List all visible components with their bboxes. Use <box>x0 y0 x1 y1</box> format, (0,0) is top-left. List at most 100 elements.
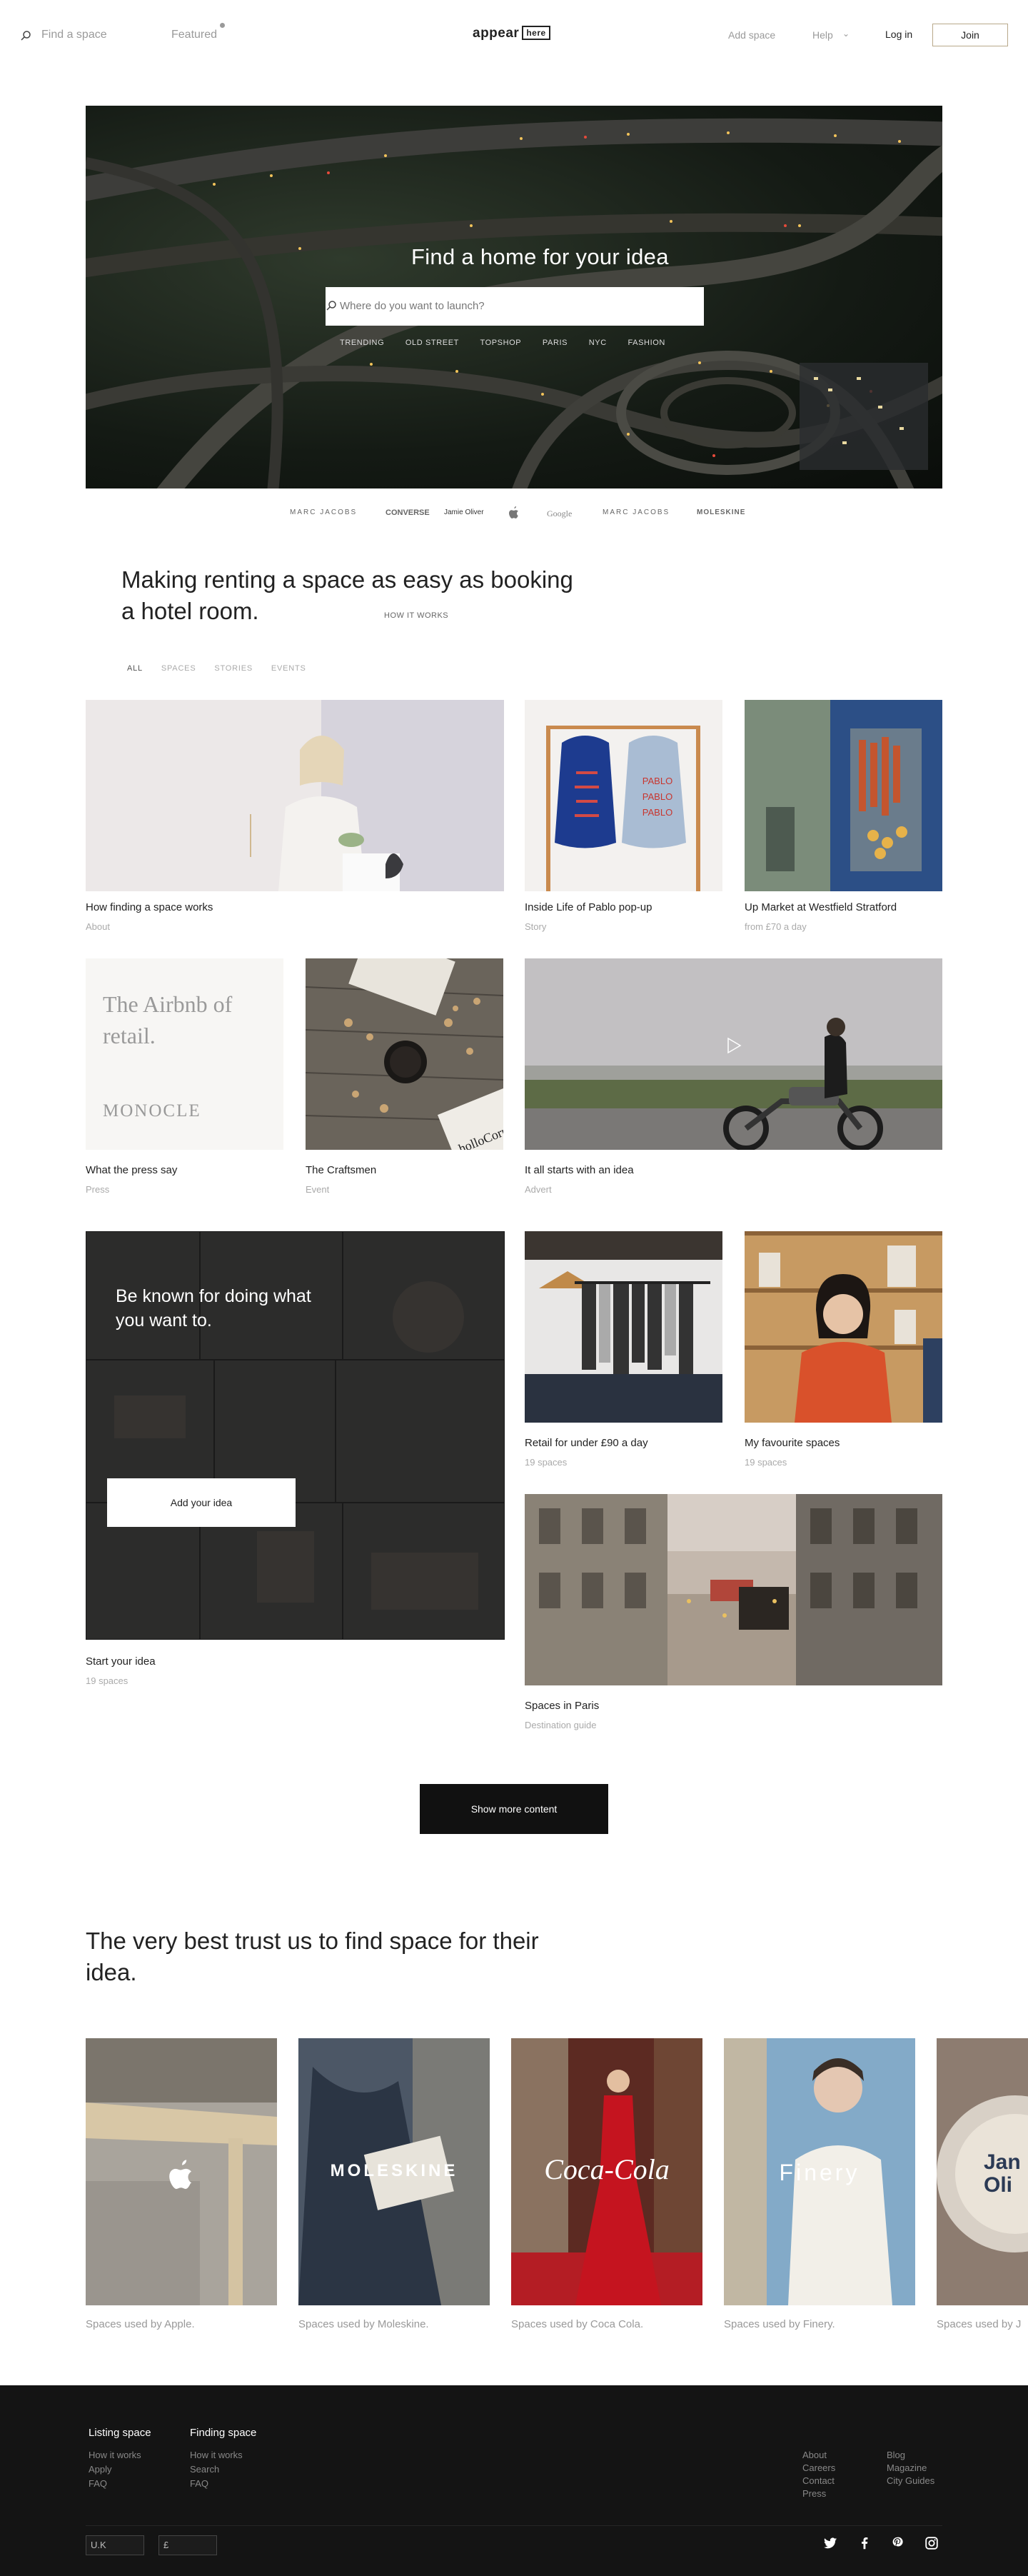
site-logo[interactable]: appear here <box>473 26 550 41</box>
card-title[interactable]: Inside Life of Pablo pop-up <box>525 901 652 913</box>
footer-link[interactable]: Blog <box>887 2450 905 2460</box>
card-subtitle: from £70 a day <box>745 921 807 932</box>
footer-divider <box>86 2525 942 2526</box>
search-icon[interactable] <box>20 30 31 41</box>
instagram-icon[interactable] <box>924 2535 939 2551</box>
tab-spaces[interactable]: SPACES <box>161 664 196 673</box>
card-video-motorbike[interactable] <box>525 958 942 1150</box>
footer-link[interactable]: Careers <box>802 2462 835 2473</box>
tag-trending[interactable]: TRENDING <box>340 339 384 347</box>
card-title[interactable]: The Craftsmen <box>306 1164 376 1176</box>
brand-logo: MARC JACOBS <box>290 508 358 516</box>
finery-logo: Finery <box>779 2160 860 2185</box>
twitter-icon[interactable] <box>822 2535 838 2551</box>
cta-start-idea-card: Be known for doing what you want to. Add… <box>86 1231 505 1640</box>
logo-badge: here <box>522 26 550 40</box>
trust-card-moleskine[interactable]: MOLESKINE <box>298 2038 490 2305</box>
facebook-icon[interactable] <box>857 2535 872 2551</box>
add-idea-button[interactable]: Add your idea <box>107 1478 296 1527</box>
tab-stories[interactable]: STORIES <box>214 664 253 673</box>
card-image-hoodies[interactable]: PABLO PABLO PABLO <box>525 700 722 891</box>
how-it-works-link[interactable]: HOW IT WORKS <box>384 611 448 620</box>
card-title[interactable]: Retail for under £90 a day <box>525 1437 648 1449</box>
press-quote: The Airbnb of retail. <box>103 991 233 1048</box>
tag-paris[interactable]: PARIS <box>543 339 568 347</box>
footer-link[interactable]: FAQ <box>190 2478 208 2489</box>
brand-logos-row: MARC JACOBS CONVERSE Jamie Oliver Google… <box>286 506 745 524</box>
card-subtitle: Advert <box>525 1184 552 1195</box>
footer-link[interactable]: FAQ <box>89 2478 107 2489</box>
footer-link[interactable]: Apply <box>89 2464 112 2475</box>
card-image-woman-portrait[interactable] <box>745 1231 942 1423</box>
footer-link[interactable]: Magazine <box>887 2462 927 2473</box>
footer-link[interactable]: Search <box>190 2464 219 2475</box>
card-image-clothing-rack[interactable] <box>525 1231 722 1423</box>
trust-caption: Spaces used by Moleskine. <box>298 2318 429 2330</box>
card-title[interactable]: My favourite spaces <box>745 1437 840 1449</box>
footer-link[interactable]: How it works <box>190 2450 243 2460</box>
hero-title: Find a home for your idea <box>411 244 669 269</box>
brand-logo: Google <box>547 508 573 518</box>
tag-old-street[interactable]: OLD STREET <box>405 339 459 347</box>
footer-link[interactable]: Contact <box>802 2475 835 2486</box>
featured-link[interactable]: Featured <box>171 29 217 41</box>
card-title[interactable]: Spaces in Paris <box>525 1700 599 1712</box>
card-subtitle: About <box>86 921 110 932</box>
join-button[interactable]: Join <box>932 24 1008 46</box>
trust-caption: Spaces used by J <box>937 2318 1022 2330</box>
trust-heading: The very best trust us to find space for… <box>86 1928 539 1985</box>
card-image-craftsmen[interactable]: holloCorner <box>306 958 503 1150</box>
footer-link[interactable]: About <box>802 2450 827 2460</box>
hero-search-input[interactable]: Where do you want to launch? <box>326 287 704 326</box>
brand-logo: CONVERSE <box>386 508 430 517</box>
trust-caption: Spaces used by Apple. <box>86 2318 195 2330</box>
tag-nyc[interactable]: NYC <box>589 339 607 347</box>
hero-banner: Find a home for your idea Where do you w… <box>86 106 942 488</box>
tab-all[interactable]: ALL <box>127 664 143 673</box>
trust-card-jamie-oliver[interactable]: Jan Oli <box>937 2038 1028 2305</box>
top-nav: Find a space Featured appear here Add spa… <box>0 0 1028 71</box>
hoodie-print-text: PABLO <box>642 776 672 786</box>
jamie-oliver-logo: Jan Oli <box>984 2150 1021 2197</box>
monocle-logo: MONOCLE <box>103 1101 201 1121</box>
card-title[interactable]: Up Market at Westfield Stratford <box>745 901 897 913</box>
play-icon[interactable] <box>723 1036 743 1056</box>
card-subtitle: Event <box>306 1184 330 1195</box>
tag-topshop[interactable]: TOPSHOP <box>480 339 521 347</box>
card-title[interactable]: What the press say <box>86 1164 177 1176</box>
country-select[interactable]: U.K <box>86 2535 144 2555</box>
trust-card-finery[interactable]: Finery <box>724 2038 915 2305</box>
trust-card-apple[interactable] <box>86 2038 277 2305</box>
chevron-down-icon[interactable]: ⌄ <box>842 29 850 39</box>
help-menu[interactable]: Help <box>812 29 833 41</box>
card-press-quote[interactable]: The Airbnb of retail. MONOCLE <box>86 958 283 1150</box>
cta-headline: Be known for doing what you want to. <box>116 1286 311 1330</box>
card-title[interactable]: It all starts with an idea <box>525 1164 634 1176</box>
show-more-button[interactable]: Show more content <box>420 1784 608 1834</box>
hoodie-print-text: PABLO <box>642 791 672 802</box>
card-title[interactable]: Start your idea <box>86 1655 156 1668</box>
card-subtitle: 19 spaces <box>745 1457 787 1468</box>
apple-icon <box>169 2160 192 2189</box>
search-icon[interactable] <box>326 300 337 311</box>
card-title[interactable]: How finding a space works <box>86 901 213 913</box>
find-space-link[interactable]: Find a space <box>41 29 107 41</box>
content-filter-tabs: ALL SPACES STORIES EVENTS <box>127 664 322 673</box>
trust-card-coca-cola[interactable]: Coca-Cola <box>511 2038 702 2305</box>
tab-events[interactable]: EVENTS <box>271 664 306 673</box>
login-link[interactable]: Log in <box>885 29 912 40</box>
card-image-market-stall[interactable] <box>745 700 942 891</box>
site-footer: Listing space How it works Apply FAQ Fin… <box>0 2385 1028 2576</box>
footer-link[interactable]: City Guides <box>887 2475 934 2486</box>
trust-caption: Spaces used by Finery. <box>724 2318 835 2330</box>
tag-fashion[interactable]: FASHION <box>628 339 665 347</box>
footer-heading-listing: Listing space <box>89 2427 151 2439</box>
card-image-paris-street[interactable] <box>525 1494 942 1685</box>
footer-heading-finding: Finding space <box>190 2427 257 2439</box>
pinterest-icon[interactable] <box>890 2535 905 2551</box>
footer-link[interactable]: Press <box>802 2488 826 2499</box>
card-image-woman-office[interactable] <box>86 700 504 891</box>
footer-link[interactable]: How it works <box>89 2450 141 2460</box>
add-space-link[interactable]: Add space <box>728 29 775 41</box>
currency-select[interactable]: £ <box>158 2535 217 2555</box>
